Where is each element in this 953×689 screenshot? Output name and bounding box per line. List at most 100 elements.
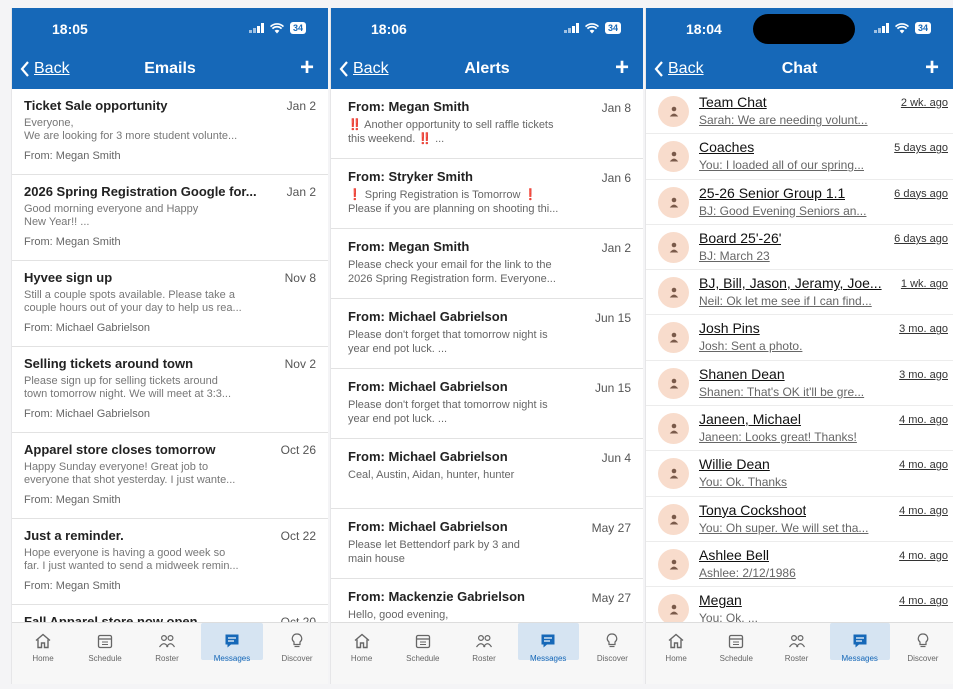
status-time: 18:05 [52, 21, 88, 37]
schedule-icon [96, 632, 114, 650]
alert-item[interactable]: From: Michael Gabrielson May 27 Please let… [331, 509, 643, 579]
chat-name[interactable]: BJ, Bill, Jason, Jeramy, Joe... [699, 275, 882, 291]
alert-item[interactable]: From: Michael Gabrielson Jun 15 Please don… [331, 299, 643, 369]
schedule-icon [414, 632, 432, 650]
add-button[interactable]: + [615, 56, 629, 80]
nav-bar: Back Emails + [12, 51, 328, 89]
email-item[interactable]: Hyvee sign up Nov 8 Still a couple spots a… [12, 261, 328, 347]
tab-messages[interactable]: Messages [201, 623, 263, 663]
chat-name[interactable]: Janeen, Michael [699, 411, 801, 427]
tab-bar: Home Schedule Roster Messages Discover [12, 622, 328, 684]
chat-item[interactable]: 25-26 Senior Group 1.1 BJ: Good Evening S… [646, 180, 953, 225]
alert-item[interactable]: From: Mackenzie Gabrielson May 27 Hello, g… [331, 579, 643, 622]
tab-home[interactable]: Home [646, 623, 706, 684]
chat-last-message: BJ: Good Evening Seniors an... [699, 203, 867, 218]
discover-icon [914, 632, 932, 650]
email-subject: Just a reminder. [24, 528, 124, 543]
chat-item[interactable]: Tonya Cockshoot You: Oh super. We will se… [646, 497, 953, 542]
email-from: From: Megan Smith [24, 580, 121, 592]
chat-item[interactable]: Janeen, Michael Janeen: Looks great! Than… [646, 406, 953, 452]
tab-discover[interactable]: Discover [266, 623, 328, 684]
chat-name[interactable]: Shanen Dean [699, 366, 785, 382]
chat-item[interactable]: Shanen Dean Shanen: That's OK it'll be gr… [646, 361, 953, 407]
chat-time-ago: 6 days ago [894, 187, 948, 200]
home-icon [34, 632, 52, 650]
tab-label: Roster [155, 654, 179, 663]
email-subject: Selling tickets around town [24, 356, 194, 371]
roster-icon [475, 632, 493, 650]
tab-label: Schedule [88, 654, 122, 663]
tab-messages[interactable]: Messages [517, 623, 579, 663]
email-subject: Hyvee sign up [24, 270, 113, 285]
chat-last-message: Josh: Sent a photo. [699, 339, 803, 354]
chat-item[interactable]: Ashlee Bell Ashlee: 2/12/1986 4 mo. ago [646, 542, 953, 588]
chat-name[interactable]: Board 25'-26' [699, 230, 781, 246]
chat-item[interactable]: Willie Dean You: Ok. Thanks 4 mo. ago [646, 451, 953, 497]
tab-discover[interactable]: Discover [582, 623, 643, 684]
alert-sender: From: Michael Gabrielson [348, 379, 508, 394]
tab-label: Home [32, 654, 54, 663]
chat-screen: 18:04 34 Back Chat + Team Chat Sarah: We … [645, 8, 953, 684]
email-item[interactable]: Fall Apparel store now open Oct 20 [12, 605, 328, 622]
chat-time-ago: 4 mo. ago [899, 459, 948, 472]
email-item[interactable]: Apparel store closes tomorrow Oct 26 Happy… [12, 433, 328, 519]
person-icon [669, 559, 679, 570]
chat-item[interactable]: BJ, Bill, Jason, Jeramy, Joe... Neil: Ok … [646, 270, 953, 316]
tab-schedule[interactable]: Schedule [706, 623, 766, 684]
status-bar: 18:04 34 [646, 8, 953, 51]
tab-home[interactable]: Home [331, 623, 392, 684]
tab-roster[interactable]: Roster [136, 623, 198, 684]
tab-label: Messages [841, 654, 878, 663]
tab-roster[interactable]: Roster [453, 623, 514, 684]
chat-name[interactable]: Josh Pins [699, 320, 760, 336]
chat-time-ago: 1 wk. ago [900, 278, 948, 291]
chat-item[interactable]: Board 25'-26' BJ: March 23 6 days ago [646, 225, 953, 271]
tab-messages[interactable]: Messages [829, 623, 890, 663]
chat-name[interactable]: 25-26 Senior Group 1.1 [699, 185, 845, 201]
avatar [658, 413, 689, 445]
chat-name[interactable]: Megan [699, 592, 742, 608]
tab-label: Roster [472, 654, 496, 663]
tab-label: Schedule [719, 654, 753, 663]
tab-schedule[interactable]: Schedule [74, 623, 136, 684]
email-from: From: Megan Smith [24, 236, 121, 248]
chat-name[interactable]: Coaches [699, 139, 754, 155]
tab-home[interactable]: Home [12, 623, 74, 684]
alert-item[interactable]: From: Megan Smith Jan 2 Please check your … [331, 229, 643, 299]
chat-item[interactable]: Team Chat Sarah: We are needing volunt...… [646, 89, 953, 135]
chat-item[interactable]: Megan You: Ok. ... 4 mo. ago [646, 587, 953, 622]
chat-name[interactable]: Ashlee Bell [699, 547, 769, 563]
email-subject: Ticket Sale opportunity [24, 98, 168, 113]
email-preview: Still a couple spots available. Please t… [24, 289, 242, 314]
tab-discover[interactable]: Discover [893, 623, 953, 684]
email-date: Jan 2 [286, 99, 316, 113]
avatar [658, 367, 689, 399]
tab-schedule[interactable]: Schedule [392, 623, 453, 684]
add-button[interactable]: + [300, 56, 314, 80]
home-icon [667, 632, 685, 650]
email-item[interactable]: Ticket Sale opportunity Jan 2 Everyone, We… [12, 89, 328, 175]
email-item[interactable]: Just a reminder. Oct 22 Hope everyone is h… [12, 519, 328, 605]
chat-name[interactable]: Tonya Cockshoot [699, 502, 806, 518]
tab-roster[interactable]: Roster [766, 623, 826, 684]
alert-item[interactable]: From: Stryker Smith Jan 6 ❗ Spring Registr… [331, 159, 643, 229]
alert-item[interactable]: From: Megan Smith Jan 8 ‼️ Another opportu… [331, 89, 643, 159]
email-item[interactable]: Selling tickets around town Nov 2 Please s… [12, 347, 328, 433]
add-button[interactable]: + [925, 56, 939, 80]
person-icon [669, 423, 679, 434]
nav-bar: Back Chat + [646, 51, 953, 89]
alert-item[interactable]: From: Michael Gabrielson Jun 4 Ceal, Austi… [331, 439, 643, 509]
chat-name[interactable]: Team Chat [699, 94, 767, 110]
email-date: Jan 2 [286, 185, 316, 199]
chat-item[interactable]: Coaches You: I loaded all of our spring..… [646, 134, 953, 180]
battery-icon: 34 [604, 22, 621, 34]
person-icon [669, 378, 679, 389]
tab-label: Roster [784, 654, 809, 663]
alert-item[interactable]: From: Michael Gabrielson Jun 15 Please don… [331, 369, 643, 439]
chat-item[interactable]: Josh Pins Josh: Sent a photo. 3 mo. ago [646, 315, 953, 361]
messages-icon [851, 632, 869, 650]
chat-name[interactable]: Willie Dean [699, 456, 770, 472]
email-item[interactable]: 2026 Spring Registration Google for... Ja… [12, 175, 328, 261]
messages-icon [539, 632, 557, 650]
battery-icon: 34 [289, 22, 306, 34]
